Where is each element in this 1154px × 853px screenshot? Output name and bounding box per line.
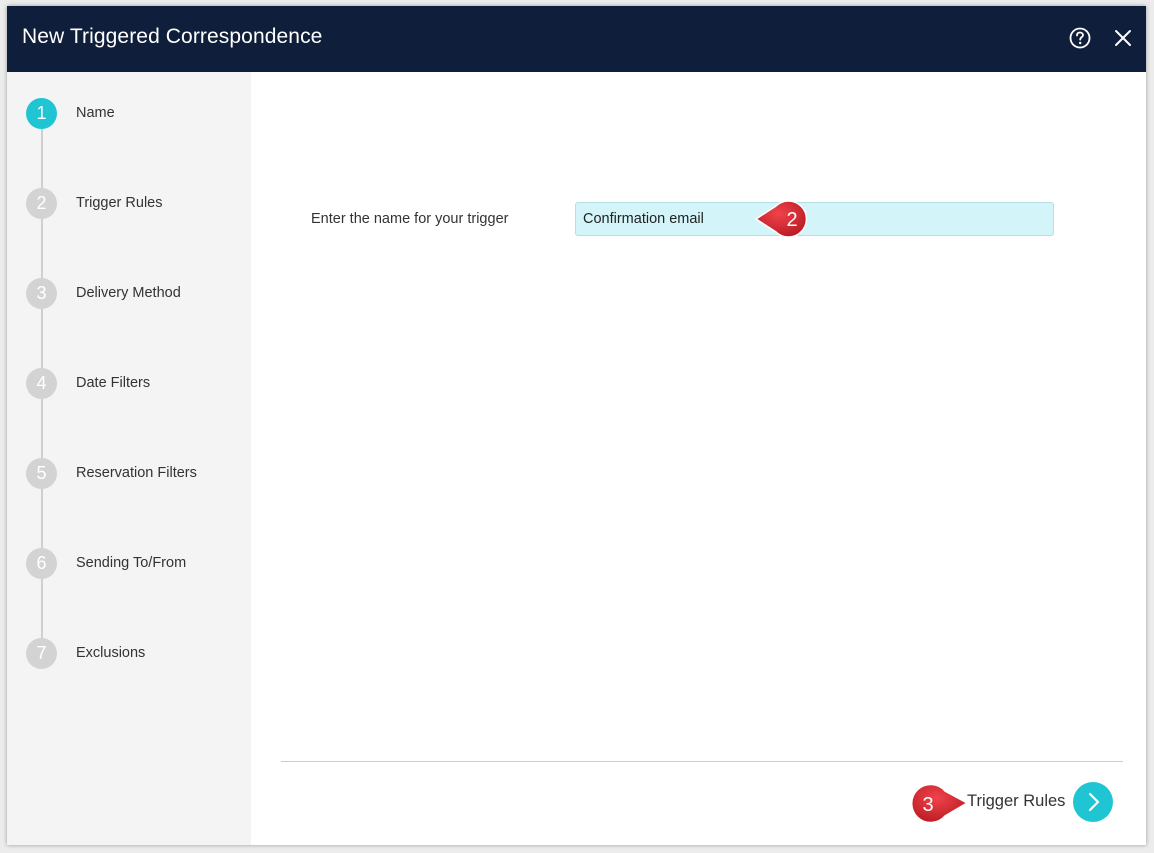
- annotation-number: 2: [786, 209, 797, 231]
- annotation-callout-3: 3: [910, 783, 969, 824]
- footer-divider: [281, 761, 1123, 762]
- step-content: Enter the name for your trigger Trigger …: [251, 72, 1146, 845]
- step-number: 3: [26, 278, 57, 309]
- annotation-number: 3: [922, 794, 933, 816]
- step-label: Sending To/From: [76, 555, 187, 571]
- annotation-callout-2: 2: [754, 200, 808, 238]
- step-number: 4: [26, 368, 57, 399]
- close-icon[interactable]: [1113, 28, 1133, 48]
- step-label: Exclusions: [76, 645, 146, 661]
- dialog-title: New Triggered Correspondence: [22, 25, 323, 48]
- step-number: 5: [26, 458, 57, 489]
- step-label: Trigger Rules: [76, 195, 163, 211]
- dialog-header: New Triggered Correspondence: [7, 6, 1146, 72]
- step-number: 7: [26, 638, 57, 669]
- new-triggered-correspondence-dialog: New Triggered Correspondence 1 Name 2 Tr…: [7, 6, 1146, 845]
- help-icon[interactable]: [1069, 27, 1091, 49]
- step-label: Reservation Filters: [76, 465, 197, 481]
- step-trigger-rules[interactable]: 2 Trigger Rules: [26, 188, 246, 220]
- step-sending-to-from[interactable]: 6 Sending To/From: [26, 548, 246, 580]
- step-reservation-filters[interactable]: 5 Reservation Filters: [26, 458, 246, 490]
- next-step-button[interactable]: [1073, 782, 1113, 822]
- step-label: Delivery Method: [76, 285, 181, 301]
- step-exclusions[interactable]: 7 Exclusions: [26, 638, 246, 670]
- step-number: 1: [26, 98, 57, 129]
- step-delivery-method[interactable]: 3 Delivery Method: [26, 278, 246, 310]
- step-number: 2: [26, 188, 57, 219]
- step-label: Name: [76, 105, 115, 121]
- wizard-steps-sidebar: 1 Name 2 Trigger Rules 3 Delivery Method…: [7, 72, 251, 845]
- step-name[interactable]: 1 Name: [26, 98, 246, 130]
- trigger-name-label: Enter the name for your trigger: [311, 211, 509, 227]
- next-step-label[interactable]: Trigger Rules: [967, 792, 1065, 811]
- chevron-right-icon: [1088, 792, 1100, 812]
- step-label: Date Filters: [76, 375, 151, 391]
- step-date-filters[interactable]: 4 Date Filters: [26, 368, 246, 400]
- step-number: 6: [26, 548, 57, 579]
